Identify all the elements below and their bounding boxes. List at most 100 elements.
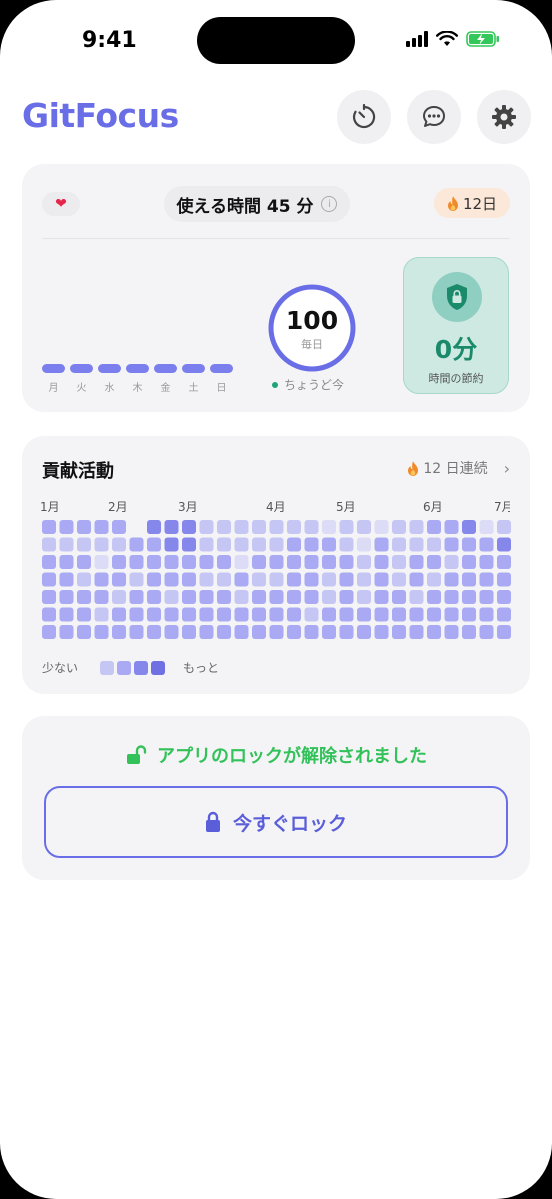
heatmap-cell xyxy=(147,607,161,622)
heatmap-cell xyxy=(357,607,371,622)
heatmap-cell xyxy=(269,555,284,569)
month-label: 1月 xyxy=(40,500,60,514)
heatmap-cell xyxy=(147,520,161,534)
heatmap-cell xyxy=(322,625,336,639)
day-bar xyxy=(42,364,65,373)
app-header: GitFocus xyxy=(0,88,552,148)
heatmap-cell xyxy=(462,537,476,552)
heatmap-cell xyxy=(392,537,406,552)
heatmap-cell xyxy=(59,537,74,552)
heatmap-cell xyxy=(462,572,476,587)
day-label: 火 xyxy=(76,383,87,394)
day-label: 木 xyxy=(132,383,143,394)
heatmap-cell xyxy=(479,520,494,534)
heatmap-cell xyxy=(77,607,91,622)
heatmap-cell xyxy=(374,625,389,639)
streak-badge[interactable]: 12日 xyxy=(434,188,510,218)
time-saved-panel[interactable]: 0分 時間の節約 xyxy=(403,257,509,394)
lock-now-button[interactable]: 今すぐロック xyxy=(44,786,508,858)
heatmap-cell xyxy=(339,607,354,622)
daily-goal-value: 100 xyxy=(285,306,339,335)
app-logo: GitFocus xyxy=(22,96,179,135)
heatmap-cell xyxy=(164,607,179,622)
heatmap-cell xyxy=(182,590,196,604)
heatmap-cell xyxy=(42,625,56,639)
flame-icon xyxy=(447,195,458,211)
heatmap-cell xyxy=(77,590,91,604)
heatmap-cell xyxy=(444,555,459,569)
heatmap-cell xyxy=(164,555,179,569)
heatmap-cell xyxy=(164,590,179,604)
heatmap-cell xyxy=(374,590,389,604)
day-bar xyxy=(210,364,233,373)
heatmap-cell xyxy=(129,520,144,534)
settings-button[interactable] xyxy=(477,90,531,144)
legend-cell xyxy=(117,660,132,675)
heatmap-cell xyxy=(217,555,231,569)
heatmap-cell xyxy=(339,625,354,639)
heart-badge[interactable]: ❤ xyxy=(42,192,80,216)
heatmap-cell xyxy=(182,555,196,569)
month-labels: 1月 2月 3月 4月 5月 6月 7月 xyxy=(22,498,530,516)
heatmap-cell xyxy=(304,590,319,604)
heatmap-cell xyxy=(77,537,91,552)
heatmap-cell xyxy=(182,625,196,639)
heatmap-cell xyxy=(269,625,284,639)
heatmap-cell xyxy=(164,625,179,639)
heatmap-cell xyxy=(479,555,494,569)
contribution-streak-link[interactable]: 12 日連続 › xyxy=(407,458,510,478)
heatmap-cell xyxy=(42,520,56,534)
heatmap-cell xyxy=(339,555,354,569)
heatmap-cell xyxy=(129,590,144,604)
status-bar: 9:41 xyxy=(0,0,552,80)
heatmap-cell xyxy=(339,520,354,534)
heatmap-cell xyxy=(147,572,161,587)
day-column: 金 xyxy=(154,364,177,394)
heatmap-cell xyxy=(199,590,214,604)
heatmap-cell xyxy=(147,625,161,639)
heatmap-cell xyxy=(112,537,126,552)
heatmap-cell xyxy=(479,537,494,552)
daily-goal-status-text: ちょうど今 xyxy=(284,378,345,392)
heatmap-cell xyxy=(59,572,74,587)
day-bar xyxy=(70,364,93,373)
heatmap-cell xyxy=(462,520,476,534)
heatmap-cell xyxy=(252,625,266,639)
legend-more-label: もっと xyxy=(183,661,220,675)
heatmap-cell xyxy=(112,607,126,622)
heatmap-cell xyxy=(497,537,511,552)
heatmap-cell xyxy=(304,537,319,552)
heatmap-cell xyxy=(252,520,266,534)
month-label: 5月 xyxy=(336,500,356,514)
unlock-status: アプリのロックが解除されました xyxy=(22,742,530,768)
heatmap-cell xyxy=(392,590,406,604)
day-label: 月 xyxy=(48,383,59,394)
legend-cell xyxy=(151,660,166,675)
chat-button[interactable] xyxy=(407,90,461,144)
heatmap-cell xyxy=(304,625,319,639)
heatmap-cell xyxy=(409,520,424,534)
heatmap-cell xyxy=(287,625,301,639)
heatmap-cell xyxy=(322,590,336,604)
remaining-time-pill[interactable]: 使える時間 45 分 i xyxy=(164,186,350,222)
heatmap-cell xyxy=(444,625,459,639)
heatmap-cell xyxy=(112,572,126,587)
heatmap-cell xyxy=(252,590,266,604)
heatmap-cell xyxy=(304,572,319,587)
heatmap-cell xyxy=(409,607,424,622)
heatmap-cell xyxy=(217,625,231,639)
heatmap-cell xyxy=(409,625,424,639)
heatmap-cell xyxy=(497,520,511,534)
heatmap-cell xyxy=(287,590,301,604)
dynamic-island xyxy=(197,17,355,64)
heatmap-cell xyxy=(304,607,319,622)
heatmap-cell xyxy=(462,555,476,569)
heatmap-cell xyxy=(427,537,441,552)
heatmap-cell xyxy=(357,537,371,552)
daily-goal-label: 毎日 xyxy=(301,338,323,351)
heatmap-cell xyxy=(94,520,109,534)
heatmap-cell xyxy=(112,555,126,569)
heatmap-cell xyxy=(129,607,144,622)
timer-button[interactable] xyxy=(337,90,391,144)
legend-less-label: 少ない xyxy=(42,661,79,675)
